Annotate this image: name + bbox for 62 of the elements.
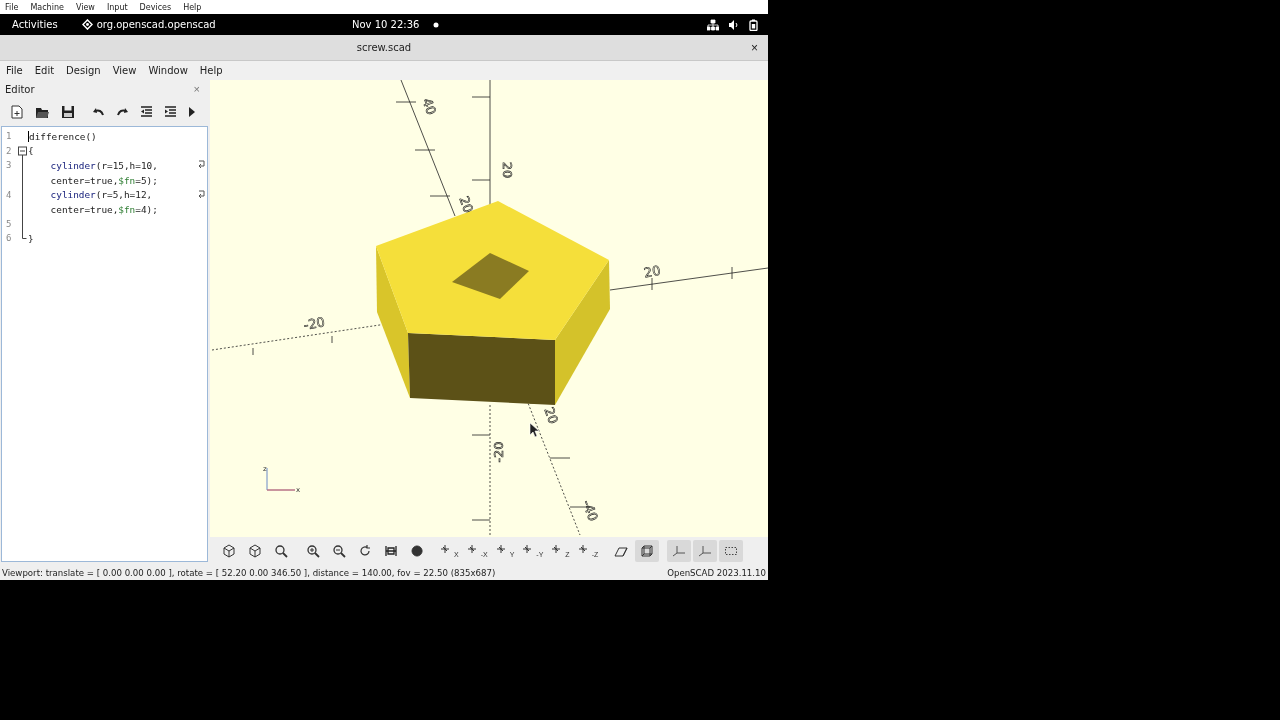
axis-label: 20 [541,405,562,426]
axis-label: 40 [419,96,440,117]
host-menu-item[interactable]: View [75,2,95,12]
status-text: Viewport: translate = [ 0.00 0.00 0.00 ], rotate = [ 52.20 0.00 346.50 ], distance = 140.00, fov = 22.50 (835x687) [2,567,496,578]
line-number: 4 [5,189,13,200]
axis-label: 20 [500,161,515,179]
version-text: OpenSCAD 2023.11.10 [667,567,766,578]
line-number: 1 [5,131,13,142]
host-menu-item[interactable]: Machine [30,2,64,12]
menu-item[interactable]: View [108,65,141,76]
line-number: 3 [5,160,13,171]
app-icon [81,19,93,30]
folder-icon[interactable] [35,105,50,119]
volume-icon[interactable] [728,18,740,31]
window-title: screw.scad [356,42,412,53]
host-menu-item[interactable]: Help [183,2,202,12]
mouse-cursor-icon [529,422,540,438]
axis-label: -20 [491,441,506,463]
panel-title: Editor [5,83,35,95]
line-number: 5 [5,218,13,229]
menu-item[interactable]: Design [62,65,105,76]
save-icon[interactable] [61,105,75,119]
undo-icon[interactable] [92,107,105,117]
axis-label: 20 [642,262,662,281]
line-number: 2 [5,145,13,156]
code-line: cylinder(r=15,h=10, [49,160,158,171]
clock[interactable]: Nov 10 22:36 [352,19,420,30]
dashed-box-icon[interactable] [719,540,744,562]
code-line: center=true,$fn=4); [49,203,158,215]
wireframe-box-icon[interactable] [635,540,660,562]
code-line: center=true,$fn=5); [49,174,158,186]
close-button[interactable]: × [749,40,760,55]
code-line: { [28,145,34,157]
wrap-icon [198,189,205,200]
code-line: difference() [28,130,97,142]
activities-button[interactable]: Activities [12,19,58,30]
menu-item[interactable]: File [2,65,27,76]
wrap-icon [198,160,205,171]
axis-label: -20 [302,314,326,333]
axis-label: -40 [579,497,601,523]
redo-icon[interactable] [116,107,129,117]
close-button[interactable]: × [191,83,202,95]
code-line: cylinder(r=5,h=12, [49,189,153,201]
host-menu-item[interactable]: Input [106,2,128,12]
menu-item[interactable]: Edit [30,65,59,76]
host-menu-item[interactable]: Devices [139,2,172,12]
line-number: 6 [5,233,13,244]
notification-dot-icon [433,21,440,28]
indent-icon[interactable] [164,106,177,118]
network-icon[interactable] [707,18,719,31]
battery-icon[interactable] [749,18,758,31]
fold-marker-icon[interactable] [18,143,27,159]
new-file-icon[interactable] [10,105,24,119]
code-line: } [28,232,34,244]
axes-icon[interactable] [667,540,692,562]
app-name[interactable]: org.openscad.openscad [96,19,216,30]
axis-label: 20 [456,194,477,215]
menu-item[interactable]: Window [144,65,192,76]
host-menu-item[interactable]: File [5,2,19,12]
menu-item[interactable]: Help [195,65,227,76]
unindent-icon[interactable] [140,106,153,118]
play-icon[interactable] [188,106,196,118]
